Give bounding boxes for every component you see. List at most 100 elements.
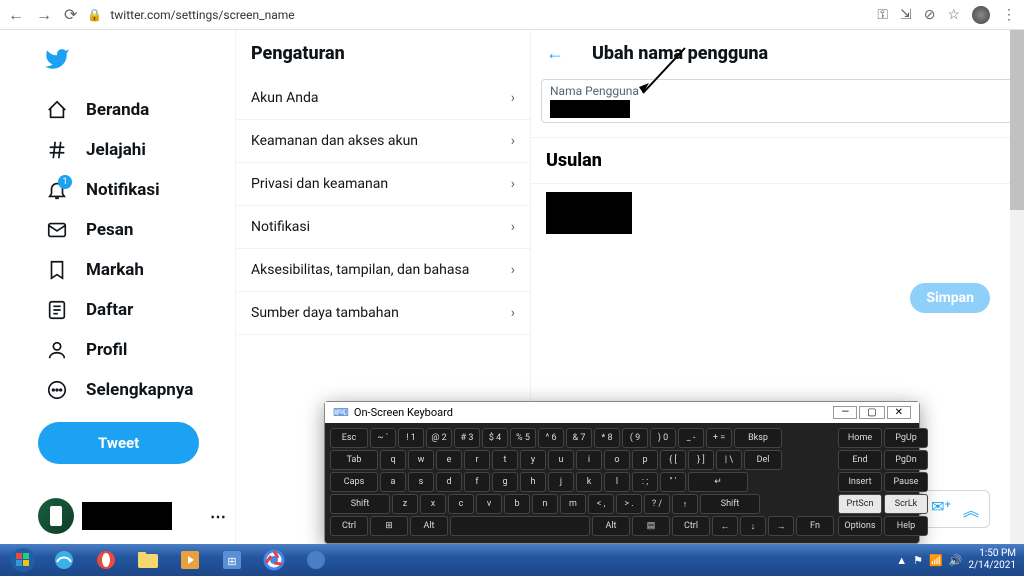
settings-item-notifications[interactable]: Notifikasi›: [236, 206, 530, 249]
osk-key[interactable]: v: [476, 494, 502, 514]
osk-titlebar[interactable]: ⌨On-Screen Keyboard — ▢ ✕: [325, 402, 919, 423]
maximize-button[interactable]: ▢: [859, 406, 884, 419]
compose-icon[interactable]: ✉⁺: [931, 497, 951, 521]
tweet-button[interactable]: Tweet: [38, 422, 199, 464]
minimize-button[interactable]: —: [833, 406, 857, 419]
osk-key[interactable]: PgDn: [884, 450, 928, 470]
osk-key[interactable]: z: [392, 494, 418, 514]
star-icon[interactable]: ☆: [947, 7, 960, 23]
osk-key[interactable]: Alt: [410, 516, 448, 536]
osk-key[interactable]: ↵: [688, 472, 748, 492]
scrollbar[interactable]: [1010, 30, 1024, 544]
osk-key[interactable]: Pause: [884, 472, 928, 492]
osk-key[interactable]: t: [492, 450, 518, 470]
osk-key[interactable]: Ctrl: [672, 516, 710, 536]
osk-key[interactable]: | \: [716, 450, 742, 470]
osk-key[interactable]: ^ 6: [538, 428, 564, 448]
menu-icon[interactable]: ⋮: [1002, 7, 1016, 23]
osk-key[interactable]: c: [448, 494, 474, 514]
osk-key[interactable]: $ 4: [482, 428, 508, 448]
osk-key[interactable]: ! 1: [398, 428, 424, 448]
install-icon[interactable]: ⇲: [900, 7, 912, 23]
osk-key[interactable]: Options: [838, 516, 882, 536]
taskbar-app2[interactable]: [296, 547, 336, 573]
sidebar-item-more[interactable]: Selengkapnya: [38, 370, 227, 410]
taskbar-explorer[interactable]: [128, 547, 168, 573]
settings-item-privacy[interactable]: Privasi dan keamanan›: [236, 163, 530, 206]
osk-key[interactable]: i: [576, 450, 602, 470]
osk-key[interactable]: g: [492, 472, 518, 492]
osk-key[interactable]: Alt: [592, 516, 630, 536]
taskbar-app[interactable]: ⊞: [212, 547, 252, 573]
osk-key[interactable]: m: [560, 494, 586, 514]
osk-key[interactable]: > .: [616, 494, 642, 514]
start-button[interactable]: [4, 546, 42, 574]
osk-key[interactable]: Insert: [838, 472, 882, 492]
taskbar-ie[interactable]: [44, 547, 84, 573]
osk-key[interactable]: k: [576, 472, 602, 492]
tray-flag-icon[interactable]: ⚑: [913, 554, 923, 567]
osk-key[interactable]: ? /: [644, 494, 670, 514]
osk-key[interactable]: Fn: [796, 516, 834, 536]
save-button[interactable]: Simpan: [910, 283, 990, 313]
osk-key[interactable]: % 5: [510, 428, 536, 448]
osk-key[interactable]: + =: [706, 428, 732, 448]
osk-key[interactable]: Tab: [330, 450, 378, 470]
eye-off-icon[interactable]: ⊘: [924, 7, 936, 23]
sidebar-item-messages[interactable]: Pesan: [38, 210, 227, 250]
osk-key[interactable]: Help: [884, 516, 928, 536]
osk-key[interactable]: n: [532, 494, 558, 514]
osk-key[interactable]: s: [408, 472, 434, 492]
osk-key[interactable]: →: [768, 516, 794, 536]
profile-avatar-icon[interactable]: [972, 6, 990, 24]
taskbar-clock[interactable]: 1:50 PM 2/14/2021: [968, 548, 1016, 572]
key-icon[interactable]: ⚿: [877, 7, 888, 23]
settings-item-resources[interactable]: Sumber daya tambahan›: [236, 292, 530, 335]
profile-menu-icon[interactable]: ⋯: [210, 507, 226, 526]
close-button[interactable]: ✕: [887, 406, 911, 419]
osk-key[interactable]: o: [604, 450, 630, 470]
taskbar-opera[interactable]: [86, 547, 126, 573]
taskbar-chrome[interactable]: [254, 547, 294, 573]
osk-key[interactable]: d: [436, 472, 462, 492]
osk-key[interactable]: p: [632, 450, 658, 470]
settings-item-account[interactable]: Akun Anda›: [236, 77, 530, 120]
osk-key[interactable]: # 3: [454, 428, 480, 448]
osk-key[interactable]: & 7: [566, 428, 592, 448]
osk-key[interactable]: { [: [660, 450, 686, 470]
osk-key[interactable]: ) 0: [650, 428, 676, 448]
osk-key[interactable]: Bksp: [734, 428, 782, 448]
tray-network-icon[interactable]: 📶: [929, 554, 943, 567]
osk-key[interactable]: Ctrl: [330, 516, 368, 536]
reload-button[interactable]: ⟳: [64, 5, 77, 25]
settings-item-accessibility[interactable]: Aksesibilitas, tampilan, dan bahasa›: [236, 249, 530, 292]
osk-key[interactable]: u: [548, 450, 574, 470]
osk-key[interactable]: f: [464, 472, 490, 492]
sidebar-item-explore[interactable]: Jelajahi: [38, 130, 227, 170]
osk-key[interactable]: ↑: [672, 494, 698, 514]
osk-key[interactable]: j: [548, 472, 574, 492]
osk-key[interactable]: Esc: [330, 428, 368, 448]
taskbar-media[interactable]: [170, 547, 210, 573]
username-field[interactable]: Nama Pengguna: [541, 79, 1013, 123]
osk-key[interactable]: y: [520, 450, 546, 470]
osk-key[interactable]: * 8: [594, 428, 620, 448]
expand-up-icon[interactable]: ︽: [963, 497, 979, 521]
osk-key[interactable]: ↓: [740, 516, 766, 536]
osk-key[interactable]: h: [520, 472, 546, 492]
scrollbar-thumb[interactable]: [1010, 30, 1024, 210]
sidebar-item-lists[interactable]: Daftar: [38, 290, 227, 330]
sidebar-item-home[interactable]: Beranda: [38, 90, 227, 130]
osk-key[interactable]: q: [380, 450, 406, 470]
twitter-logo-icon[interactable]: [38, 40, 227, 82]
sidebar-item-profile[interactable]: Profil: [38, 330, 227, 370]
osk-key[interactable]: ScrLk: [884, 494, 928, 514]
osk-key[interactable]: " ': [660, 472, 686, 492]
osk-key[interactable]: Del: [744, 450, 782, 470]
osk-key[interactable]: End: [838, 450, 882, 470]
osk-key[interactable]: Caps: [330, 472, 378, 492]
osk-key[interactable]: < ,: [588, 494, 614, 514]
forward-button[interactable]: →: [36, 5, 52, 25]
sidebar-item-bookmarks[interactable]: Markah: [38, 250, 227, 290]
tray-volume-icon[interactable]: 🔊: [949, 554, 963, 567]
